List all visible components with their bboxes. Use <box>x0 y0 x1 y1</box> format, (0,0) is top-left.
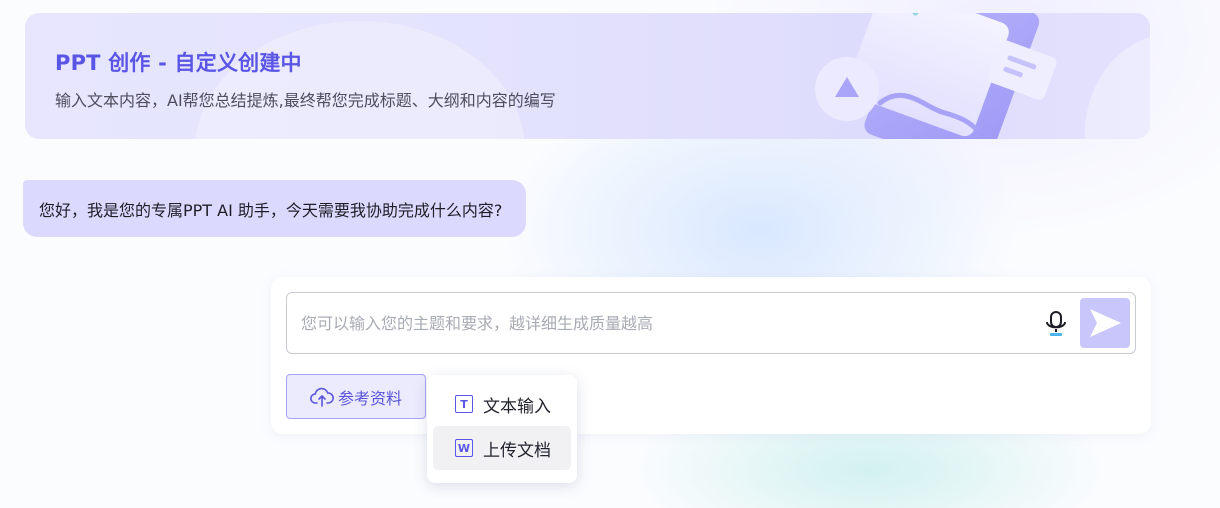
composer-card: 参考资料 <box>271 277 1151 434</box>
header-banner: PPT 创作 - 自定义创建中 输入文本内容，AI帮您总结提炼,最终帮您完成标题… <box>25 13 1150 139</box>
reference-material-button[interactable]: 参考资料 <box>286 374 426 419</box>
word-doc-icon: W <box>455 439 473 457</box>
menu-item-label: 上传文档 <box>483 440 551 461</box>
prompt-input-box <box>286 292 1136 354</box>
cloud-upload-icon <box>310 387 334 407</box>
send-icon <box>1090 309 1121 337</box>
reference-material-label: 参考资料 <box>337 388 402 408</box>
menu-item-upload-document[interactable]: W 上传文档 <box>433 426 571 470</box>
banner-decoration <box>1085 33 1150 139</box>
send-button[interactable] <box>1080 298 1130 348</box>
assistant-greeting-bubble: 您好，我是您的专属PPT AI 助手，今天需要我协助完成什么内容? <box>23 180 527 237</box>
text-icon: T <box>455 395 473 413</box>
menu-item-text-input[interactable]: T 文本输入 <box>433 382 571 426</box>
prompt-input[interactable] <box>287 293 1027 353</box>
menu-item-label: 文本输入 <box>483 396 551 417</box>
page-subtitle: 输入文本内容，AI帮您总结提炼,最终帮您完成标题、大纲和内容的编写 <box>55 91 556 110</box>
microphone-icon[interactable] <box>1041 309 1071 339</box>
banner-decoration <box>195 21 525 139</box>
page-title: PPT 创作 - 自定义创建中 <box>55 51 302 75</box>
reference-dropdown-menu: T 文本输入 W 上传文档 <box>427 375 577 483</box>
banner-illustration <box>815 13 1057 139</box>
